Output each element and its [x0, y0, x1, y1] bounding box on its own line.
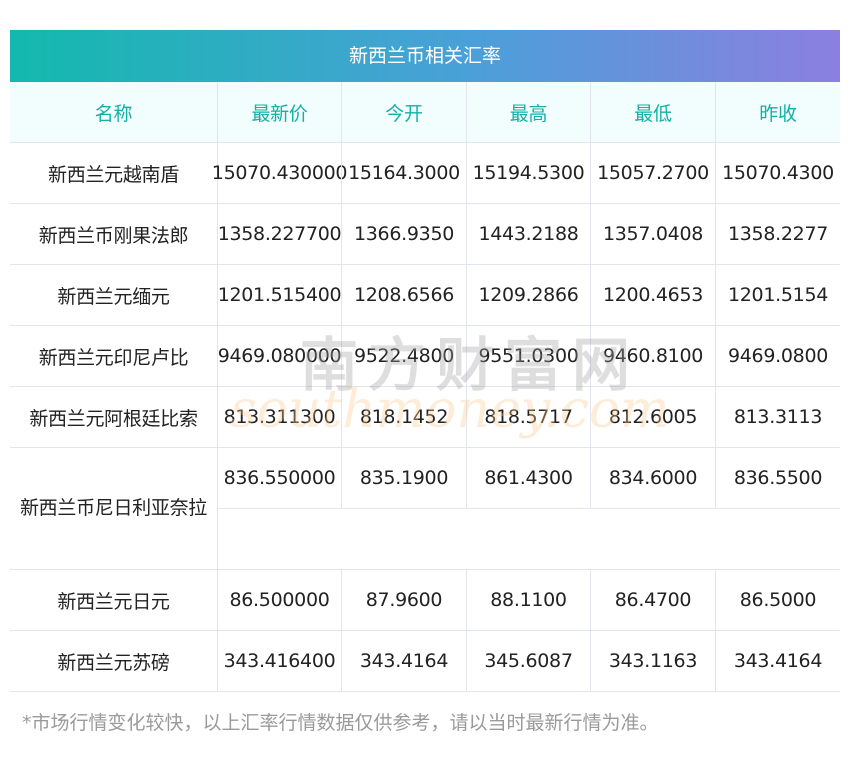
rate-value: 835.1900 — [341, 448, 466, 509]
rate-value: 15070.4300 — [715, 143, 840, 204]
rate-value: 812.6005 — [590, 387, 715, 448]
rate-value: 15070.430000 — [212, 143, 348, 204]
currency-pair-name: 新西兰币尼日利亚奈拉 — [10, 448, 217, 570]
rate-value: 1357.0408 — [590, 204, 715, 265]
currency-pair-name: 新西兰币刚果法郎 — [10, 204, 217, 265]
rate-value: 86.500000 — [217, 570, 341, 631]
rate-value: 861.4300 — [466, 448, 590, 509]
currency-pair-name: 新西兰元印尼卢比 — [10, 326, 217, 387]
rate-value: 1366.9350 — [341, 204, 466, 265]
currency-pair-name: 新西兰元阿根廷比索 — [10, 387, 217, 448]
rate-value: 9551.0300 — [466, 326, 590, 387]
rate-value: 818.1452 — [341, 387, 466, 448]
column-header: 今开 — [341, 82, 466, 143]
rate-value: 15194.5300 — [466, 143, 590, 204]
rate-value: 343.4164 — [341, 631, 466, 692]
currency-pair-name: 新西兰元日元 — [10, 570, 217, 631]
rate-value: 88.1100 — [466, 570, 590, 631]
currency-pair-name: 新西兰元缅元 — [10, 265, 217, 326]
rate-value: 86.4700 — [590, 570, 715, 631]
rate-value: 343.4164 — [715, 631, 840, 692]
column-header: 最低 — [590, 82, 715, 143]
rate-value: 1200.4653 — [590, 265, 715, 326]
rate-value: 836.5500 — [715, 448, 840, 509]
column-header: 最新价 — [217, 82, 341, 143]
rate-value: 9469.080000 — [217, 326, 342, 387]
rate-value: 9460.8100 — [590, 326, 715, 387]
rate-value: 1443.2188 — [466, 204, 590, 265]
rate-value: 836.550000 — [217, 448, 341, 509]
currency-pair-name: 新西兰元越南盾 — [10, 143, 217, 204]
rate-value: 1201.515400 — [217, 265, 342, 326]
column-header: 昨收 — [715, 82, 840, 143]
rate-value: 813.3113 — [715, 387, 840, 448]
rate-value: 1201.5154 — [715, 265, 840, 326]
rate-value: 87.9600 — [341, 570, 466, 631]
rate-value: 343.416400 — [217, 631, 341, 692]
footnote: *市场行情变化较快，以上汇率行情数据仅供参考，请以当时最新行情为准。 — [22, 712, 659, 734]
rate-value: 9522.4800 — [341, 326, 466, 387]
rate-value: 834.6000 — [590, 448, 715, 509]
rate-value: 1208.6566 — [341, 265, 466, 326]
rate-value: 15164.3000 — [341, 143, 466, 204]
rate-value: 345.6087 — [466, 631, 590, 692]
rate-value: 1358.2277 — [715, 204, 840, 265]
rate-value: 86.5000 — [715, 570, 840, 631]
rate-value: 813.311300 — [217, 387, 341, 448]
empty-row-space — [217, 509, 840, 570]
rate-value: 1209.2866 — [466, 265, 590, 326]
rate-value: 15057.2700 — [590, 143, 715, 204]
column-header: 最高 — [466, 82, 590, 143]
column-header: 名称 — [10, 82, 217, 143]
rate-value: 1358.227700 — [217, 204, 342, 265]
currency-pair-name: 新西兰元苏磅 — [10, 631, 217, 692]
rate-value: 343.1163 — [590, 631, 715, 692]
table-title: 新西兰币相关汇率 — [10, 30, 840, 82]
rate-value: 9469.0800 — [715, 326, 840, 387]
rate-value: 818.5717 — [466, 387, 590, 448]
